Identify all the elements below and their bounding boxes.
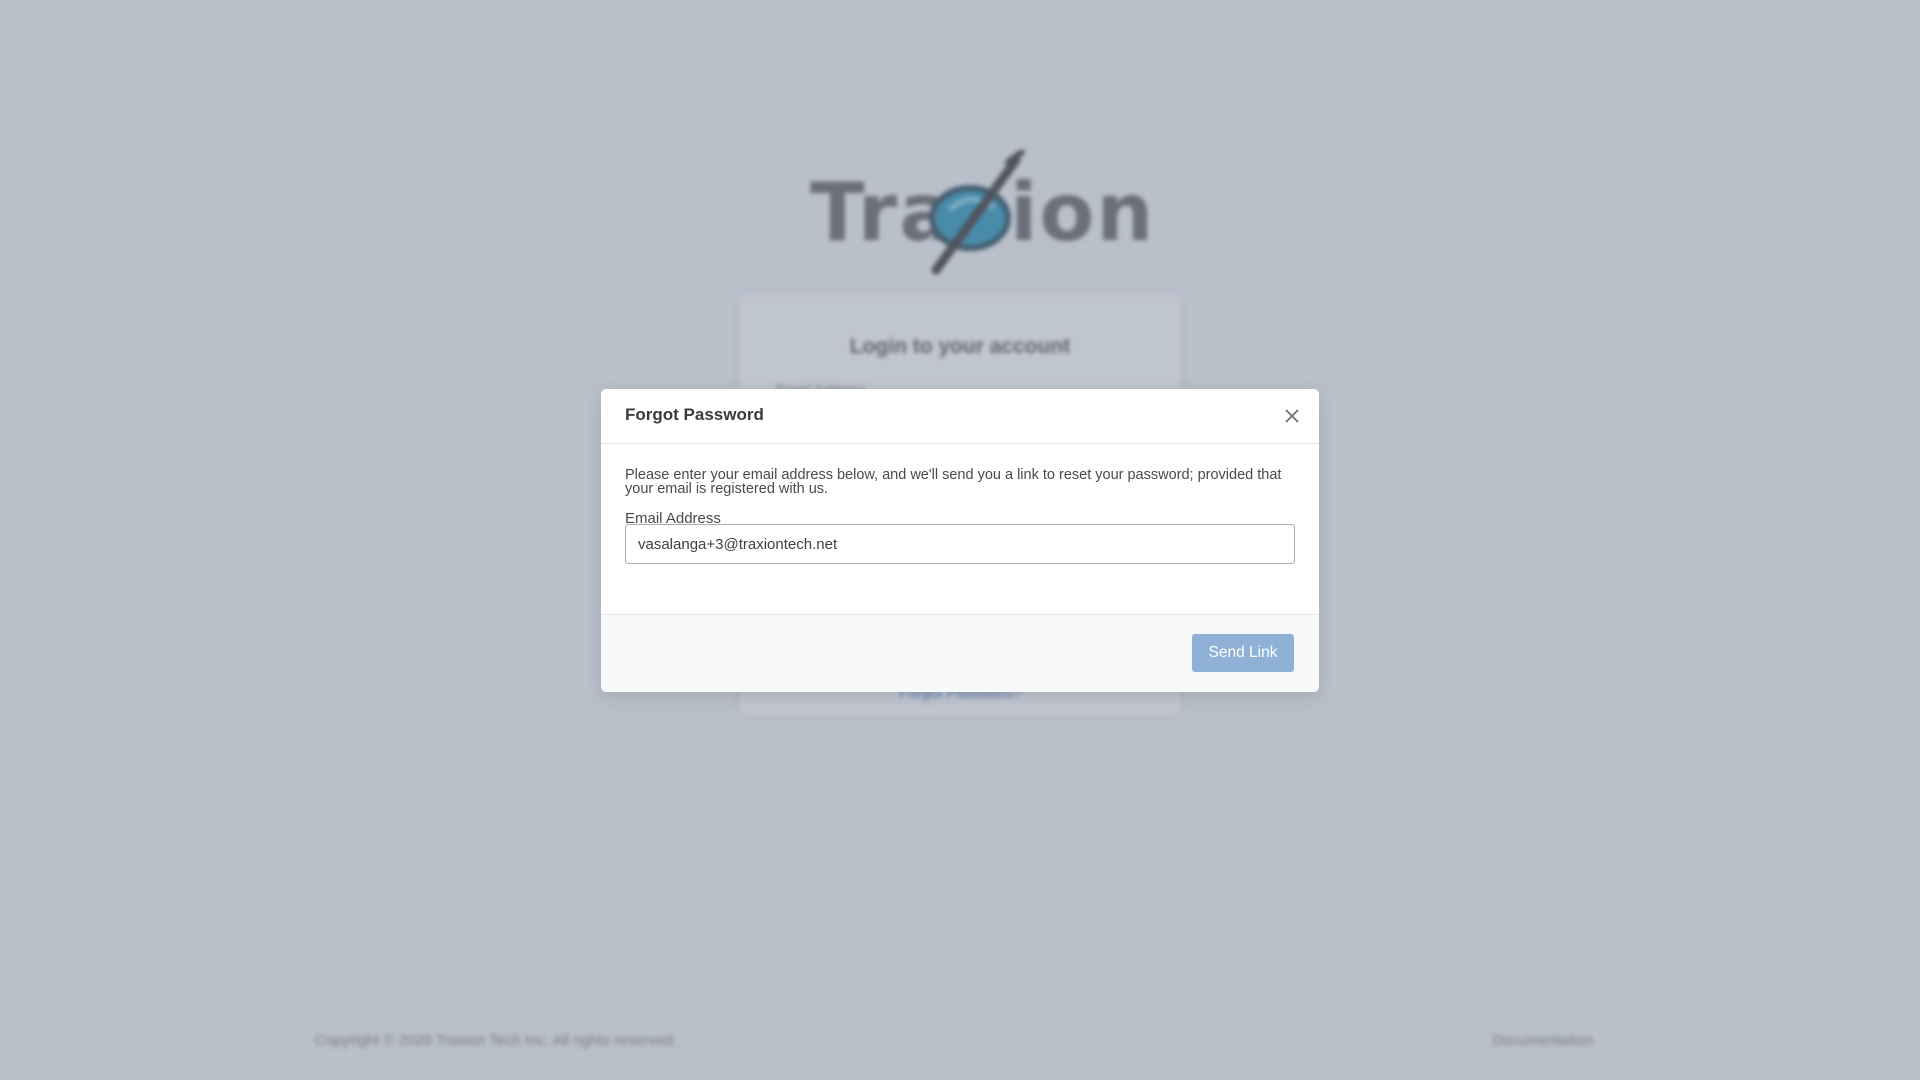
send-link-button[interactable]: Send Link xyxy=(1192,634,1294,672)
email-input[interactable] xyxy=(625,524,1295,564)
modal-description: Please enter your email address below, a… xyxy=(625,467,1282,497)
modal-title: Forgot Password xyxy=(625,405,764,424)
modal-footer: Send Link xyxy=(601,614,1319,692)
modal-header: Forgot Password xyxy=(601,389,1319,444)
forgot-password-modal: Forgot Password Please enter your email … xyxy=(601,389,1319,692)
close-icon[interactable] xyxy=(1283,407,1301,425)
